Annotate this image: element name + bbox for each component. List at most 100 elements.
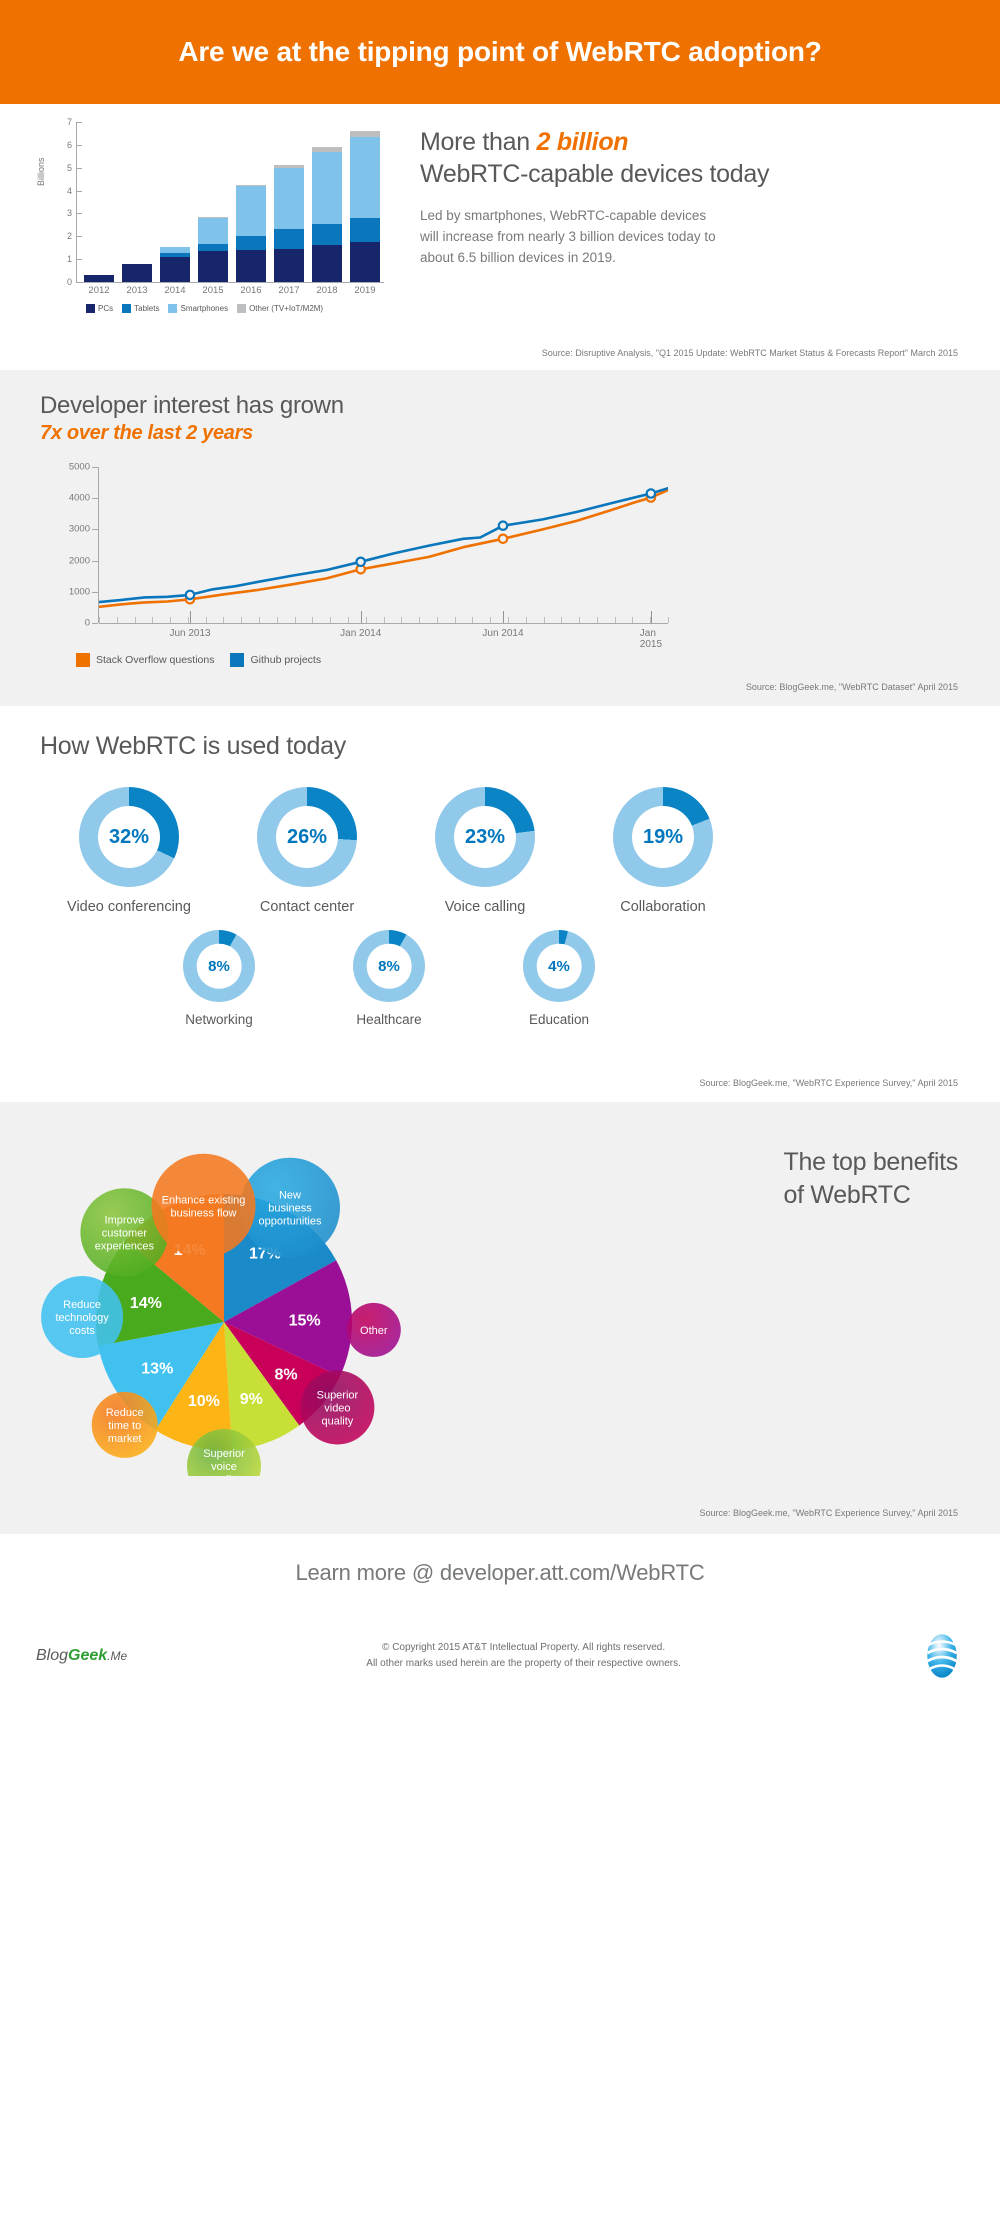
line-chart-x-minor-tick [134,617,136,623]
line-chart-x-minor-tick [170,617,172,623]
pie-slice-percentage: 13% [141,1360,173,1377]
devices-headline-pre: More than [420,128,537,156]
legend-swatch [230,653,245,667]
bar-chart-y-tick [76,190,82,192]
developer-source: Source: BlogGeek.me, "WebRTC Dataset" Ap… [745,682,958,692]
donut-cell: 8% Networking [134,930,304,1029]
bar-chart-segment [160,246,190,254]
bar-chart-x-tick-label: 2013 [126,285,148,296]
line-chart-y-tick-label: 5000 [68,461,90,473]
line-chart-data-point [497,520,509,531]
line-chart-y-tick [92,591,98,593]
developer-line-chart: 5000 4000 3000 2000 1000 0 Jun 2013 Jan 2014 Ju… [58,462,670,667]
legend-item: Smartphones [168,304,228,313]
bar-chart-segment [198,218,228,245]
line-chart-x-tick-label: Jun 2014 [482,628,524,639]
page-title: Are we at the tipping point of WebRTC ad… [178,36,822,67]
donut-cell: 4% Education [474,930,644,1029]
donut-value: 8% [378,957,400,975]
page-footer: Learn more @ developer.att.com/WebRTC Bl… [0,1534,1000,1716]
devices-body-text: Led by smartphones, WebRTC-capable devic… [420,208,716,265]
bar-chart-segment [84,275,114,282]
bar-chart-bar [350,131,380,282]
pie-slice-percentage: 8% [275,1366,298,1383]
legend-swatch [76,653,90,667]
donut-label: Networking [185,1012,253,1028]
line-chart-x-minor-tick [401,617,403,623]
line-chart-y-tick [92,498,98,500]
legend-item: Tablets [122,304,159,313]
donut-row-secondary: 8% Networking 8% Healthcare 4% Education [40,930,960,1029]
line-chart-y-tick [92,560,98,562]
line-chart-x-minor-tick [205,617,207,623]
line-chart-x-tick-label: Jan 2014 [340,628,382,639]
bar-chart-y-tick-label: 7 [66,117,72,127]
bar-chart-y-tick [76,282,82,283]
legend-swatch [168,304,178,313]
line-chart-x-minor-tick [436,617,438,623]
copyright-block: © Copyright 2015 AT&T Intellectual Prope… [366,1640,681,1672]
bar-chart-bar [122,263,152,282]
bar-chart-x-axis [76,282,384,283]
donut-row-primary: 32% Video conferencing 26% Contact center 23… [40,787,960,916]
line-chart-y-tick [92,467,98,468]
line-chart-x-tick-label: Jan 2015 [639,628,663,650]
bar-chart-x-tick-label: 2017 [278,285,300,296]
bar-chart-y-tick-label: 3 [66,208,72,219]
line-chart-x-minor-tick [543,617,545,623]
line-chart-x-minor-tick [596,617,598,623]
copyright-line-2: All other marks used herein are the prop… [366,1658,681,1669]
bar-chart-segment [350,136,380,218]
section-benefits: The top benefits of WebRTC 17% 15% 8% 9% 10% 1… [0,1102,1000,1534]
line-chart-x-minor-tick [490,617,492,623]
line-chart-data-point [645,488,657,499]
bar-chart-y-tick [76,144,82,146]
bar-chart-y-tick-label: 1 [66,254,72,265]
usage-headline: How WebRTC is used today [40,732,346,760]
bar-chart-bar [84,275,114,282]
line-chart-y-tick [92,623,98,624]
donut-label: Contact center [259,899,355,915]
line-chart-x-minor-tick [365,617,367,623]
bar-chart-segment [198,251,228,282]
bloggeek-logo-part2: Geek [68,1647,108,1664]
donut-label: Collaboration [620,899,706,915]
bar-chart-segment [274,248,304,282]
line-chart-x-minor-tick [507,617,509,623]
bar-chart-segment [312,151,342,224]
donut-chart: 32% [79,787,179,887]
bar-chart-y-tick [76,259,82,261]
line-chart-x-minor-tick [632,617,634,623]
line-chart-x-major-tick [190,611,192,623]
line-chart-x-minor-tick [579,617,581,623]
bar-chart-segment [274,229,304,249]
line-chart-x-minor-tick [561,617,563,623]
line-chart-x-axis [99,623,668,624]
donut-chart: 8% [353,930,425,1003]
legend-item: Other (TV+IoT/M2M) [237,304,323,313]
legend-label: PCs [98,304,114,313]
pie-slice-percentage: 15% [289,1313,321,1330]
line-chart-y-tick-label: 4000 [68,492,90,504]
bar-chart-bar [236,184,266,282]
copyright-line-1: © Copyright 2015 AT&T Intellectual Prope… [382,1642,666,1653]
pie-slice-percentage: 14% [130,1295,162,1312]
donut-cell: 19% Collaboration [574,787,752,916]
donut-value: 4% [548,957,570,975]
learn-more-text[interactable]: Learn more @ developer.att.com/WebRTC [0,1560,1000,1586]
devices-headline-highlight: 2 billion [536,128,629,156]
bar-chart-segment [236,236,266,250]
devices-headline: More than 2 billion WebRTC-capable device… [420,126,960,190]
line-chart-x-minor-tick [99,617,100,623]
line-chart-x-major-tick [650,611,652,623]
donut-chart: 19% [613,787,713,887]
bar-chart-segment [122,263,152,282]
legend-item: PCs [86,304,113,313]
line-chart-x-minor-tick [152,617,154,623]
page-header: Are we at the tipping point of WebRTC ad… [0,0,1000,104]
line-chart-x-minor-tick [223,617,225,623]
benefit-bubble-label: Other [360,1325,388,1337]
benefits-headline-line2: of WebRTC [783,1180,911,1209]
benefits-headline: The top benefits of WebRTC [784,1146,959,1211]
benefits-source: Source: BlogGeek.me, "WebRTC Experience … [699,1508,958,1518]
